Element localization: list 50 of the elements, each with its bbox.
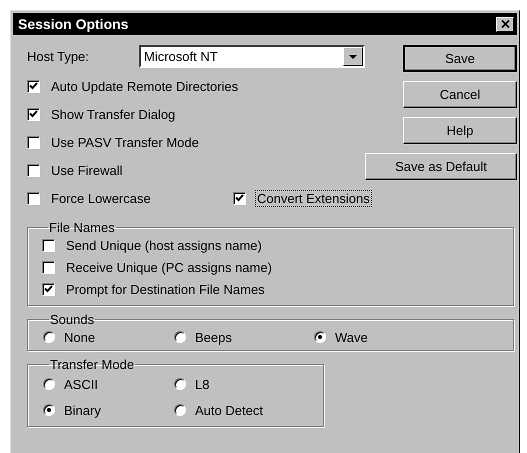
radio-label[interactable]: None: [64, 330, 96, 344]
checkbox-label[interactable]: Prompt for Destination File Names: [65, 282, 266, 296]
caret-icon: [349, 54, 357, 58]
checkbox-label[interactable]: Auto Update Remote Directories: [50, 78, 240, 94]
radio-label[interactable]: L8: [195, 376, 210, 392]
radio-label[interactable]: Binary: [64, 402, 101, 418]
dialog-button[interactable]: Save as Default: [365, 153, 517, 180]
radio-label[interactable]: ASCII: [64, 376, 98, 392]
host-type-label: Host Type:: [27, 49, 90, 64]
window-title: Session Options: [18, 16, 128, 32]
checkbox[interactable]: [42, 260, 55, 274]
checkbox-label[interactable]: Send Unique (host assigns name): [65, 238, 263, 252]
checkbox[interactable]: [27, 80, 40, 92]
check-icon: [29, 82, 38, 90]
radio-button[interactable]: [43, 404, 55, 416]
checkbox[interactable]: [27, 136, 40, 148]
radio-label[interactable]: Beeps: [195, 330, 232, 344]
check-icon: [235, 194, 244, 202]
dialog-button[interactable]: Cancel: [403, 81, 517, 108]
check-icon: [44, 285, 53, 293]
dialog-button[interactable]: Help: [403, 117, 517, 144]
checkbox[interactable]: [27, 108, 40, 120]
radio-button[interactable]: [174, 378, 186, 390]
radio-label[interactable]: Wave: [335, 330, 368, 344]
radio-button[interactable]: [43, 331, 55, 343]
close-icon: [500, 20, 510, 28]
radio-button[interactable]: [43, 378, 55, 390]
checkbox-label[interactable]: Use Firewall: [50, 162, 124, 178]
checkbox[interactable]: [42, 282, 55, 296]
host-type-dropdown[interactable]: Microsoft NT: [139, 45, 365, 68]
close-button[interactable]: [496, 16, 514, 32]
check-icon: [29, 110, 38, 118]
radio-label[interactable]: Auto Detect: [195, 402, 263, 418]
radio-button[interactable]: [314, 331, 326, 343]
checkbox[interactable]: [27, 164, 40, 176]
dialog-button[interactable]: Save: [403, 45, 517, 72]
checkbox-label[interactable]: Use PASV Transfer Mode: [50, 134, 200, 150]
radio-button[interactable]: [174, 404, 186, 416]
checkbox-label[interactable]: Show Transfer Dialog: [50, 106, 176, 122]
radio-button[interactable]: [174, 331, 186, 343]
checkbox[interactable]: [233, 192, 246, 204]
checkbox-label[interactable]: Convert Extensions: [256, 190, 371, 206]
group-title: Sounds: [49, 312, 96, 327]
group-title: File Names: [48, 220, 116, 235]
checkbox-label[interactable]: Force Lowercase: [50, 190, 152, 206]
checkbox[interactable]: [42, 238, 55, 252]
dropdown-button[interactable]: [343, 47, 363, 66]
checkbox-label[interactable]: Receive Unique (PC assigns name): [65, 260, 273, 274]
checkbox[interactable]: [27, 192, 40, 204]
group-title: Transfer Mode: [49, 357, 136, 372]
